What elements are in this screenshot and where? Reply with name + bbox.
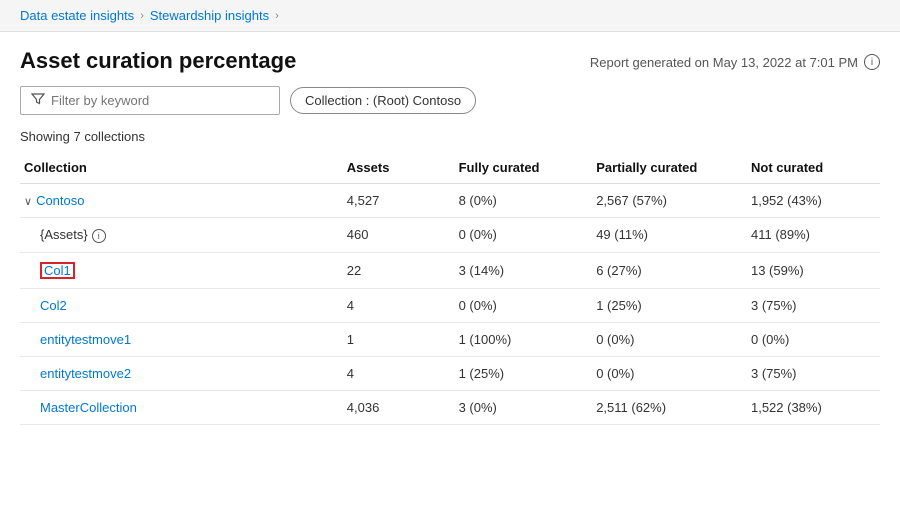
cell-assets-assets-system: 460: [347, 218, 459, 253]
breadcrumb-separator-2: ›: [275, 10, 279, 22]
cell-not_curated-entitytestmove2: 3 (75%): [751, 356, 880, 390]
curation-table: Collection Assets Fully curated Partiall…: [20, 152, 880, 425]
table-row: entitytestmove111 (100%)0 (0%)0 (0%): [20, 322, 880, 356]
cell-not_curated-contoso: 1,952 (43%): [751, 184, 880, 218]
table-row: {Assets} i 4600 (0%)49 (11%)411 (89%): [20, 218, 880, 253]
cell-assets-entitytestmove1: 1: [347, 322, 459, 356]
table-header-row: Collection Assets Fully curated Partiall…: [20, 152, 880, 184]
table-head: Collection Assets Fully curated Partiall…: [20, 152, 880, 184]
cell-partially_curated-contoso: 2,567 (57%): [596, 184, 751, 218]
breadcrumb: Data estate insights › Stewardship insig…: [0, 0, 900, 32]
col-header-assets: Assets: [347, 152, 459, 184]
table-container: Collection Assets Fully curated Partiall…: [0, 152, 900, 425]
label-assets-system: {Assets}: [40, 227, 88, 242]
report-date-label: Report generated on May 13, 2022 at 7:01…: [590, 55, 858, 70]
expand-chevron[interactable]: ∨: [24, 195, 32, 208]
table-row: MasterCollection 4,0363 (0%)2,511 (62%)1,…: [20, 390, 880, 424]
cell-assets-mastercollection: 4,036: [347, 390, 459, 424]
table-row: entitytestmove2 41 (25%)0 (0%)3 (75%): [20, 356, 880, 390]
link-contoso[interactable]: Contoso: [36, 193, 84, 208]
filter-row: Collection : (Root) Contoso: [0, 86, 900, 125]
page-title: Asset curation percentage: [20, 48, 296, 74]
breadcrumb-stewardship[interactable]: Stewardship insights: [150, 8, 269, 23]
filter-icon: [31, 92, 45, 109]
cell-fully_curated-col2: 0 (0%): [459, 288, 597, 322]
cell-fully_curated-contoso: 8 (0%): [459, 184, 597, 218]
cell-partially_curated-entitytestmove1: 0 (0%): [596, 322, 751, 356]
col-header-fully-curated: Fully curated: [459, 152, 597, 184]
cell-assets-col1: 22: [347, 252, 459, 288]
col-header-collection: Collection: [20, 152, 347, 184]
cell-collection-assets-system: {Assets} i: [20, 218, 347, 253]
cell-not_curated-mastercollection: 1,522 (38%): [751, 390, 880, 424]
report-info: Report generated on May 13, 2022 at 7:01…: [590, 54, 880, 70]
col-header-partially-curated: Partially curated: [596, 152, 751, 184]
link-col1[interactable]: Col1: [44, 263, 71, 278]
table-row: Col2 40 (0%)1 (25%)3 (75%): [20, 288, 880, 322]
cell-partially_curated-mastercollection: 2,511 (62%): [596, 390, 751, 424]
filter-input[interactable]: [51, 93, 269, 108]
cell-assets-entitytestmove2: 4: [347, 356, 459, 390]
table-body: ∨ Contoso 4,5278 (0%)2,567 (57%)1,952 (43%…: [20, 184, 880, 425]
cell-not_curated-col2: 3 (75%): [751, 288, 880, 322]
cell-fully_curated-assets-system: 0 (0%): [459, 218, 597, 253]
cell-fully_curated-col1: 3 (14%): [459, 252, 597, 288]
link-col2[interactable]: Col2: [40, 298, 67, 313]
report-info-icon[interactable]: i: [864, 54, 880, 70]
page-header: Asset curation percentage Report generat…: [0, 32, 900, 86]
cell-partially_curated-col2: 1 (25%): [596, 288, 751, 322]
cell-assets-contoso: 4,527: [347, 184, 459, 218]
showing-count: Showing 7 collections: [0, 125, 900, 152]
col-header-not-curated: Not curated: [751, 152, 880, 184]
cell-fully_curated-entitytestmove1: 1 (100%): [459, 322, 597, 356]
cell-fully_curated-mastercollection: 3 (0%): [459, 390, 597, 424]
assets-info-icon[interactable]: i: [92, 229, 106, 243]
cell-not_curated-assets-system: 411 (89%): [751, 218, 880, 253]
link-entitytestmove2[interactable]: entitytestmove2: [40, 366, 131, 381]
link-mastercollection[interactable]: MasterCollection: [40, 400, 137, 415]
table-row: ∨ Contoso 4,5278 (0%)2,567 (57%)1,952 (43%…: [20, 184, 880, 218]
breadcrumb-separator-1: ›: [140, 10, 144, 22]
breadcrumb-data-estate[interactable]: Data estate insights: [20, 8, 134, 23]
cell-collection-entitytestmove2: entitytestmove2: [20, 356, 347, 390]
cell-partially_curated-col1: 6 (27%): [596, 252, 751, 288]
table-row: Col1 223 (14%)6 (27%)13 (59%): [20, 252, 880, 288]
cell-partially_curated-entitytestmove2: 0 (0%): [596, 356, 751, 390]
cell-collection-col1: Col1: [20, 252, 347, 288]
cell-collection-mastercollection: MasterCollection: [20, 390, 347, 424]
cell-collection-entitytestmove1: entitytestmove1: [20, 322, 347, 356]
cell-assets-col2: 4: [347, 288, 459, 322]
cell-fully_curated-entitytestmove2: 1 (25%): [459, 356, 597, 390]
cell-collection-col2: Col2: [20, 288, 347, 322]
cell-not_curated-col1: 13 (59%): [751, 252, 880, 288]
link-entitytestmove1[interactable]: entitytestmove1: [40, 332, 131, 347]
cell-not_curated-entitytestmove1: 0 (0%): [751, 322, 880, 356]
cell-partially_curated-assets-system: 49 (11%): [596, 218, 751, 253]
filter-input-container: [20, 86, 280, 115]
cell-collection-contoso: ∨ Contoso: [20, 184, 347, 218]
collection-badge[interactable]: Collection : (Root) Contoso: [290, 87, 476, 114]
